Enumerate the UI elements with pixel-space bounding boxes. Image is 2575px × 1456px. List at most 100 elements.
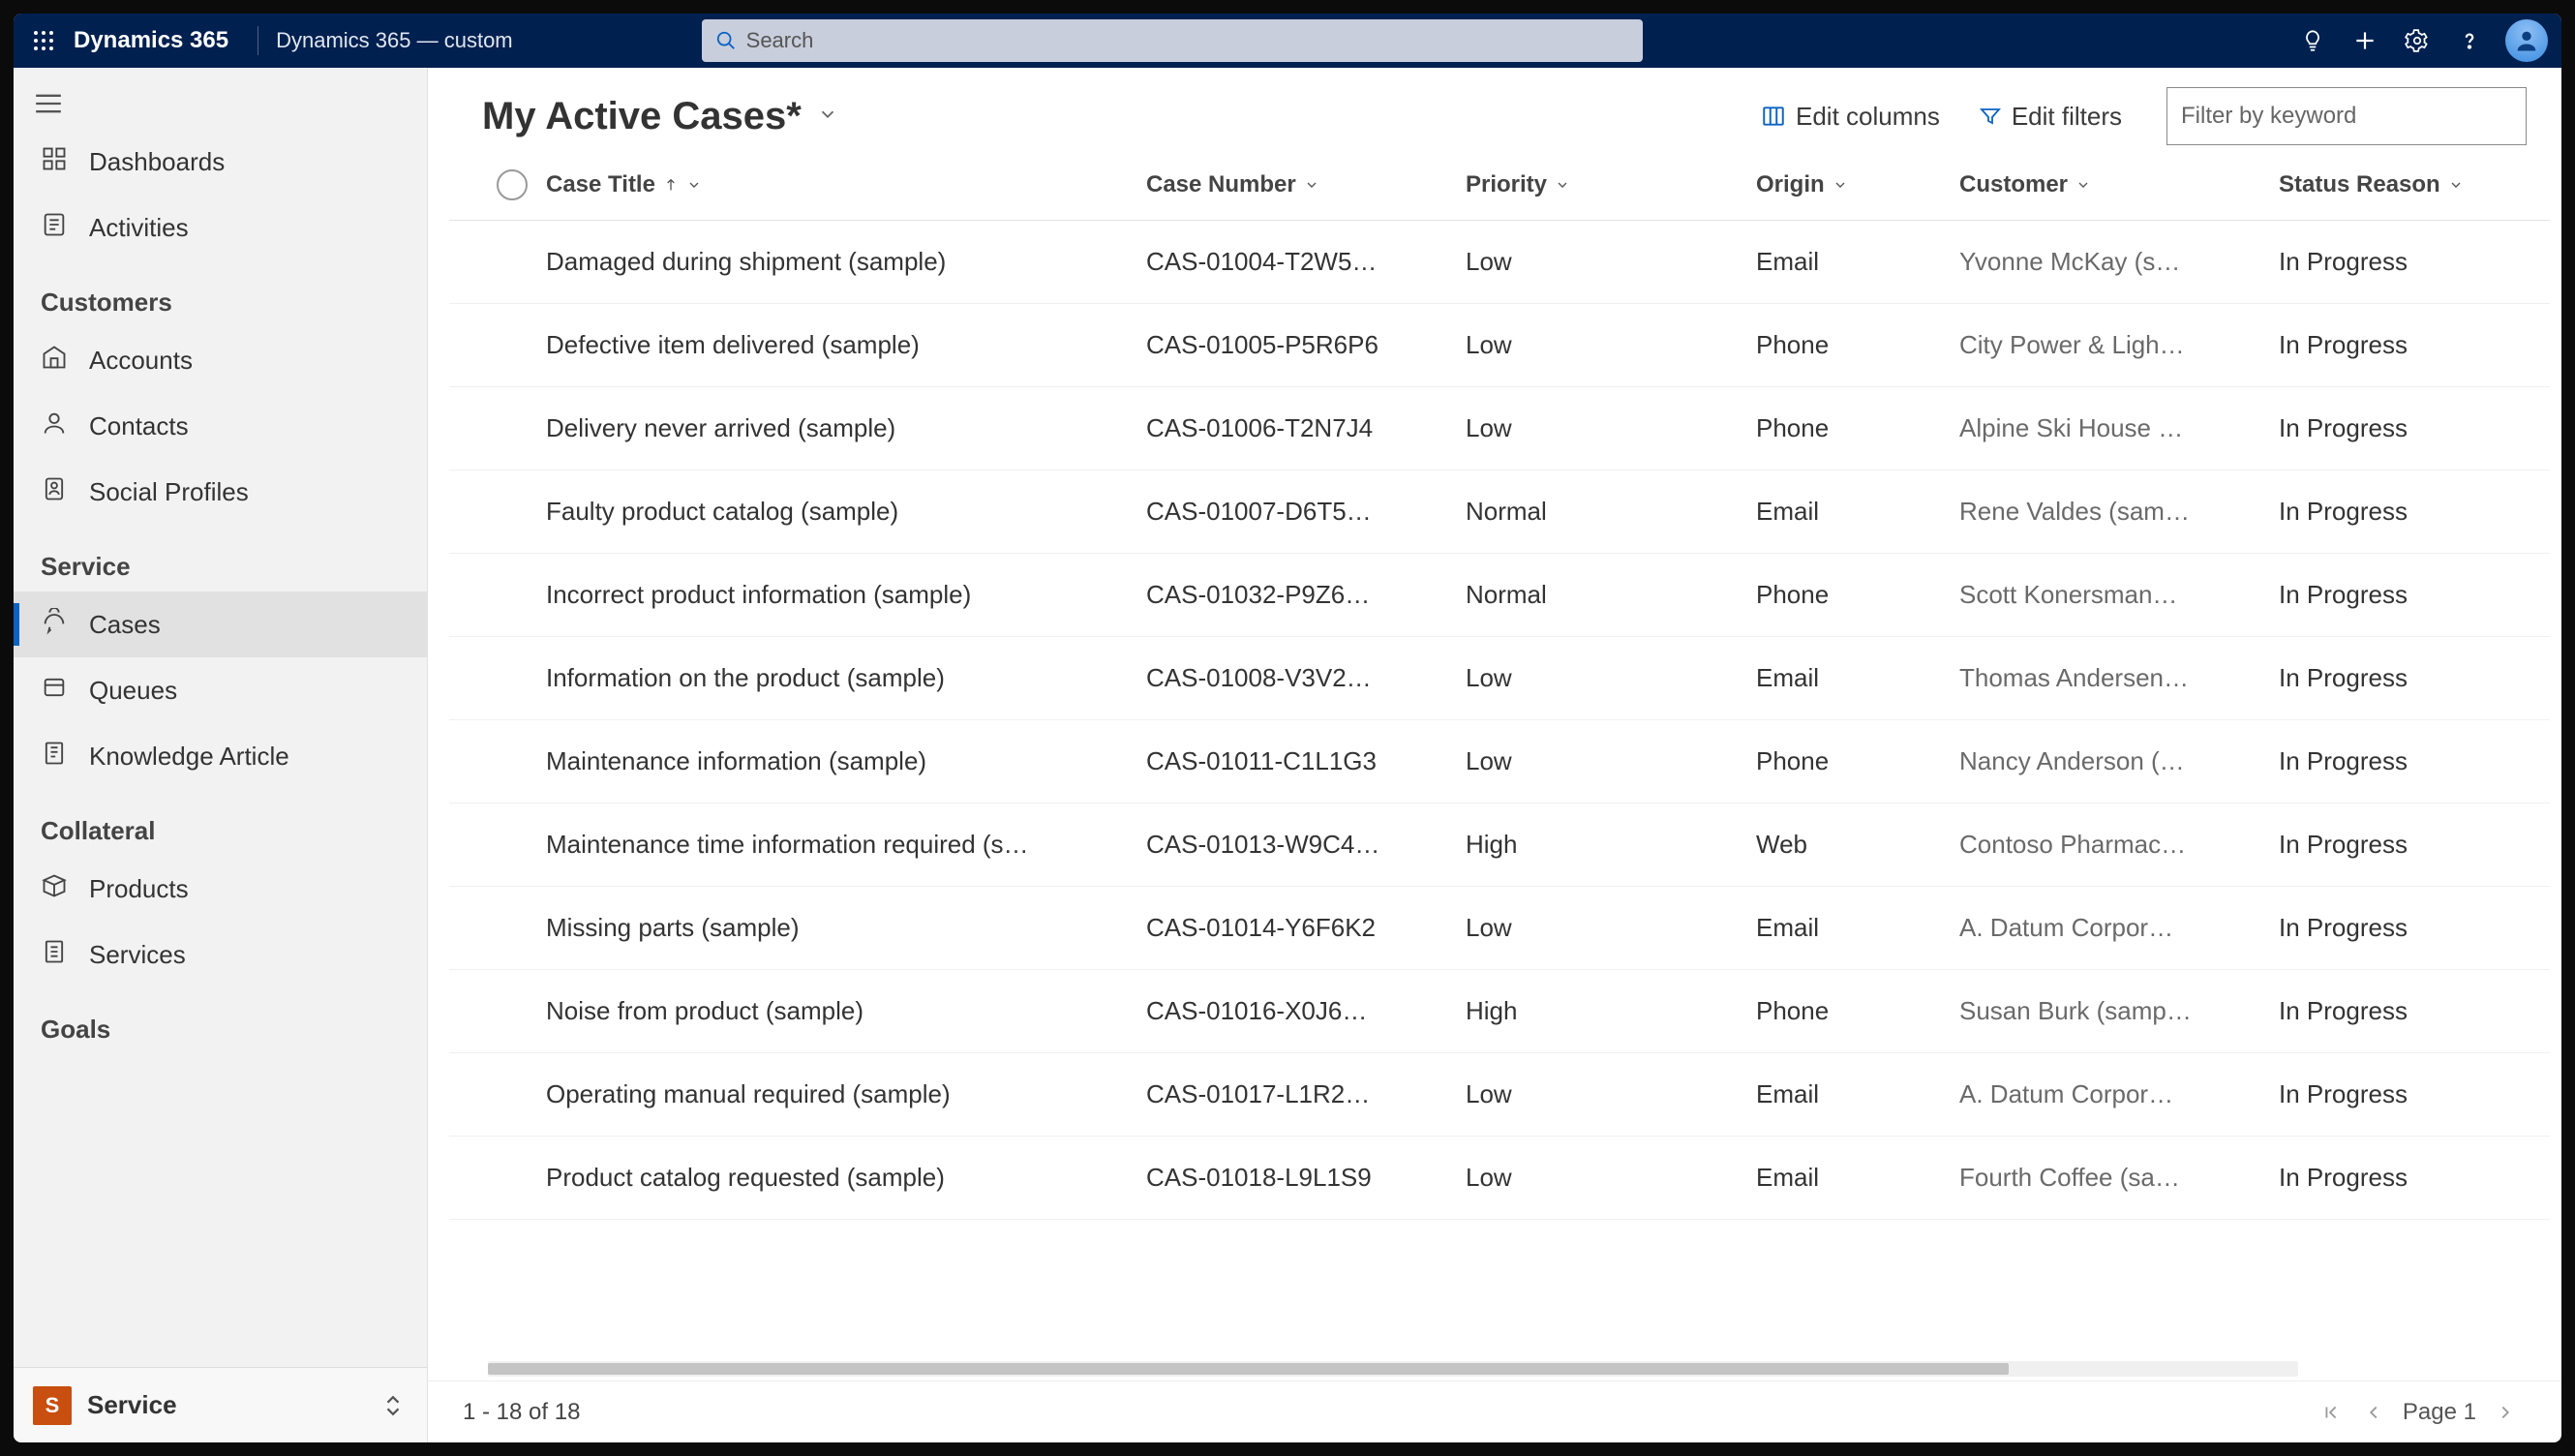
column-header-status[interactable]: Status Reason [2279, 171, 2501, 198]
table-row[interactable]: Maintenance time information required (s… [449, 804, 2550, 887]
sidebar-item-label: Services [89, 940, 186, 970]
next-page-button[interactable] [2484, 1391, 2527, 1434]
view-title[interactable]: My Active Cases* [482, 95, 802, 138]
table-row[interactable]: Operating manual required (sample) CAS-0… [449, 1053, 2550, 1137]
sidebar-group-collateral: Collateral [14, 789, 427, 856]
table-row[interactable]: Faulty product catalog (sample) CAS-0100… [449, 470, 2550, 554]
cell-status: In Progress [2279, 1163, 2501, 1193]
cell-title: Delivery never arrived (sample) [546, 413, 1146, 443]
cell-number: CAS-01014-Y6F6K2 [1146, 913, 1466, 943]
topbar: Dynamics 365 Dynamics 365 — custom [14, 14, 2561, 68]
column-label: Customer [1959, 171, 2068, 198]
column-label: Case Title [546, 171, 655, 198]
cell-status: In Progress [2279, 330, 2501, 360]
table-row[interactable]: Damaged during shipment (sample) CAS-010… [449, 221, 2550, 304]
sidebar-item-dashboards[interactable]: Dashboards [14, 129, 427, 195]
keyword-filter-input[interactable] [2166, 87, 2527, 145]
sidebar-item-cases[interactable]: Cases [14, 592, 427, 657]
cell-number: CAS-01007-D6T5… [1146, 497, 1466, 527]
first-page-button[interactable] [2310, 1391, 2352, 1434]
sidebar-item-accounts[interactable]: Accounts [14, 327, 427, 393]
cell-customer: Rene Valdes (sam… [1959, 497, 2279, 527]
app-launcher-button[interactable] [21, 18, 66, 63]
cell-title: Defective item delivered (sample) [546, 330, 1146, 360]
cell-customer: Thomas Andersen… [1959, 663, 2279, 693]
column-header-number[interactable]: Case Number [1146, 171, 1466, 198]
add-button[interactable] [2341, 16, 2389, 65]
cell-title: Incorrect product information (sample) [546, 580, 1146, 610]
settings-button[interactable] [2393, 16, 2441, 65]
cell-origin: Web [1756, 830, 1959, 860]
column-header-customer[interactable]: Customer [1959, 171, 2279, 198]
app-name: Dynamics 365 [74, 27, 228, 54]
grid-footer: 1 - 18 of 18 Page 1 [428, 1380, 2561, 1442]
table-row[interactable]: Missing parts (sample) CAS-01014-Y6F6K2 … [449, 887, 2550, 970]
cell-customer: Fourth Coffee (sa… [1959, 1163, 2279, 1193]
cell-origin: Phone [1756, 746, 1959, 776]
sort-asc-icon [663, 177, 679, 193]
cell-number: CAS-01008-V3V2… [1146, 663, 1466, 693]
cell-origin: Phone [1756, 413, 1959, 443]
cell-origin: Phone [1756, 330, 1959, 360]
hamburger-icon [35, 93, 62, 114]
grid-body[interactable]: Damaged during shipment (sample) CAS-010… [449, 221, 2550, 1355]
environment-name[interactable]: Dynamics 365 — custom [276, 28, 513, 53]
sidebar-item-contacts[interactable]: Contacts [14, 393, 427, 459]
table-row[interactable]: Delivery never arrived (sample) CAS-0100… [449, 387, 2550, 470]
table-row[interactable]: Defective item delivered (sample) CAS-01… [449, 304, 2550, 387]
sidebar-group-goals: Goals [14, 987, 427, 1054]
cell-status: In Progress [2279, 996, 2501, 1026]
horizontal-scrollbar-thumb[interactable] [488, 1363, 2009, 1375]
table-row[interactable]: Noise from product (sample) CAS-01016-X0… [449, 970, 2550, 1053]
horizontal-scrollbar[interactable] [488, 1361, 2298, 1377]
select-all-toggle[interactable] [497, 169, 528, 200]
cell-origin: Email [1756, 663, 1959, 693]
help-button[interactable] [2445, 16, 2494, 65]
column-header-origin[interactable]: Origin [1756, 171, 1959, 198]
edit-columns-button[interactable]: Edit columns [1747, 94, 1954, 139]
lightbulb-button[interactable] [2288, 16, 2337, 65]
column-header-priority[interactable]: Priority [1466, 171, 1756, 198]
sidebar-item-label: Cases [89, 610, 161, 640]
chevron-down-icon [686, 177, 702, 193]
sidebar-item-services[interactable]: Services [14, 922, 427, 987]
area-switcher[interactable]: S Service [14, 1367, 427, 1442]
person-icon [2513, 27, 2540, 54]
updown-icon [384, 1395, 402, 1416]
global-search[interactable] [702, 19, 1643, 62]
sidebar-collapse-button[interactable] [14, 77, 427, 129]
sidebar-item-knowledge-article[interactable]: Knowledge Article [14, 723, 427, 789]
sidebar-item-label: Queues [89, 676, 177, 706]
sidebar-item-social-profiles[interactable]: Social Profiles [14, 459, 427, 525]
sidebar-item-products[interactable]: Products [14, 856, 427, 922]
sidebar-item-queues[interactable]: Queues [14, 657, 427, 723]
sidebar: Dashboards Activities Customers Accounts… [14, 68, 428, 1442]
table-row[interactable]: Product catalog requested (sample) CAS-0… [449, 1137, 2550, 1220]
view-selector-chevron[interactable] [817, 104, 838, 130]
accounts-icon [41, 344, 68, 371]
search-input[interactable] [746, 28, 1629, 53]
sidebar-item-activities[interactable]: Activities [14, 195, 427, 260]
social-icon [41, 475, 68, 509]
cell-priority: High [1466, 830, 1756, 860]
page-label: Page 1 [2403, 1399, 2476, 1426]
column-label: Origin [1756, 171, 1825, 198]
main-content: My Active Cases* Edit columns [428, 68, 2561, 1442]
column-header-title[interactable]: Case Title [546, 171, 1146, 198]
table-row[interactable]: Information on the product (sample) CAS-… [449, 637, 2550, 720]
user-avatar[interactable] [2505, 19, 2548, 62]
edit-filters-button[interactable]: Edit filters [1965, 94, 2136, 139]
cell-customer: A. Datum Corpor… [1959, 913, 2279, 943]
chevron-down-icon [2075, 177, 2091, 193]
grid-header: Case Title Case Number Priority [449, 149, 2550, 221]
prev-page-button[interactable] [2352, 1391, 2395, 1434]
cell-priority: Normal [1466, 497, 1756, 527]
queues-icon [41, 674, 68, 708]
contacts-icon [41, 410, 68, 443]
cell-title: Operating manual required (sample) [546, 1079, 1146, 1109]
cell-status: In Progress [2279, 247, 2501, 277]
table-row[interactable]: Maintenance information (sample) CAS-010… [449, 720, 2550, 804]
table-row[interactable]: Incorrect product information (sample) C… [449, 554, 2550, 637]
area-switch-button[interactable] [379, 1391, 408, 1420]
sidebar-item-label: Dashboards [89, 147, 225, 177]
